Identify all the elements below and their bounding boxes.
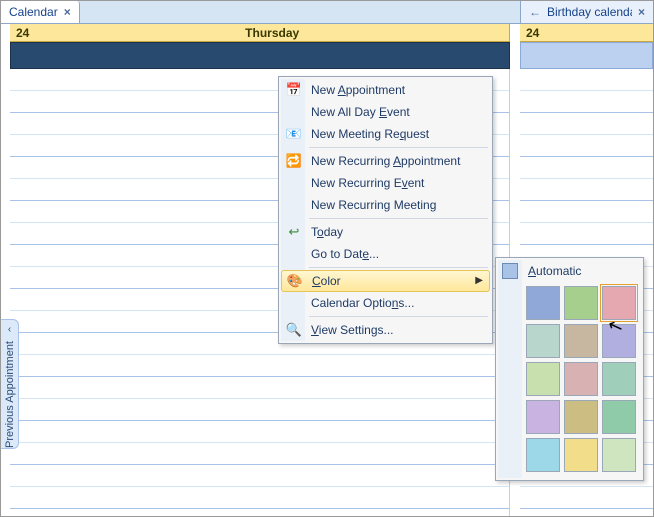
menu-label: View Settings... (311, 323, 394, 337)
context-menu: 📅 New Appointment New All Day Event 📧 Ne… (278, 76, 493, 344)
menu-goto-date[interactable]: Go to Date... (281, 243, 490, 265)
menu-color[interactable]: 🎨 Color ▶ (281, 270, 490, 292)
color-swatch-grid (498, 282, 641, 478)
meeting-icon: 📧 (285, 125, 303, 143)
time-slot[interactable] (520, 157, 653, 179)
color-automatic[interactable]: Automatic (498, 260, 641, 282)
time-slot[interactable] (10, 355, 509, 377)
menu-new-recurring-meeting[interactable]: New Recurring Meeting (281, 194, 490, 216)
menu-new-appointment[interactable]: 📅 New Appointment (281, 79, 490, 101)
today-icon: ↩ (285, 223, 303, 241)
color-submenu: Automatic (495, 257, 644, 481)
chevron-left-icon: ‹ (8, 324, 11, 335)
time-slot[interactable] (520, 135, 653, 157)
close-icon[interactable]: × (638, 5, 645, 19)
time-slot[interactable] (10, 487, 509, 509)
menu-new-meeting-request[interactable]: 📧 New Meeting Request (281, 123, 490, 145)
day-number: 24 (10, 26, 35, 40)
menu-today[interactable]: ↩ Today (281, 221, 490, 243)
tab-birthday-calendar[interactable]: ← Birthday calendar × (520, 1, 653, 23)
previous-appointment-tab[interactable]: ‹ Previous Appointment (1, 319, 19, 449)
day-header: 24 Thursday 24 (1, 24, 653, 42)
time-slot[interactable] (520, 179, 653, 201)
time-slot[interactable] (520, 487, 653, 509)
submenu-arrow-icon: ▶ (475, 275, 483, 286)
close-icon[interactable]: × (64, 5, 71, 19)
color-swatch[interactable] (602, 324, 636, 358)
color-swatch[interactable] (526, 400, 560, 434)
color-swatch[interactable] (602, 362, 636, 396)
time-slot[interactable] (10, 421, 509, 443)
color-swatch[interactable] (526, 286, 560, 320)
menu-label: New Appointment (311, 83, 405, 97)
color-swatch[interactable] (602, 400, 636, 434)
color-swatch[interactable] (564, 362, 598, 396)
color-swatch[interactable] (602, 286, 636, 320)
allday-event[interactable] (10, 42, 510, 69)
menu-label: New Recurring Event (311, 176, 424, 190)
time-slot[interactable] (520, 201, 653, 223)
menu-label: Today (311, 225, 343, 239)
color-swatch[interactable] (526, 324, 560, 358)
time-slot[interactable] (10, 443, 509, 465)
calendar-icon: 📅 (285, 81, 303, 99)
allday-side[interactable] (520, 42, 653, 69)
tab-label: Calendar (9, 5, 58, 19)
menu-label: Go to Date... (311, 247, 379, 261)
menu-new-recurring-appointment[interactable]: 🔁 New Recurring Appointment (281, 150, 490, 172)
color-swatch[interactable] (526, 438, 560, 472)
tab-calendar[interactable]: Calendar × (1, 1, 80, 23)
time-slot[interactable] (10, 399, 509, 421)
day-header-main[interactable]: 24 Thursday (10, 24, 510, 42)
time-slot[interactable] (10, 377, 509, 399)
menu-calendar-options[interactable]: Calendar Options... (281, 292, 490, 314)
color-swatch[interactable] (564, 286, 598, 320)
color-wheel-icon: 🎨 (286, 272, 304, 290)
menu-label: New Recurring Meeting (311, 198, 436, 212)
color-swatch[interactable] (564, 438, 598, 472)
recurring-icon: 🔁 (285, 152, 303, 170)
menu-view-settings[interactable]: 🔍 View Settings... (281, 319, 490, 341)
menu-new-allday-event[interactable]: New All Day Event (281, 101, 490, 123)
view-settings-icon: 🔍 (285, 321, 303, 339)
time-slot[interactable] (520, 91, 653, 113)
menu-label: New Meeting Request (311, 127, 429, 141)
menu-new-recurring-event[interactable]: New Recurring Event (281, 172, 490, 194)
previous-appointment-label: Previous Appointment (4, 341, 16, 448)
time-slot[interactable] (10, 465, 509, 487)
menu-label: Calendar Options... (311, 296, 414, 310)
tab-bar: Calendar × ← Birthday calendar × (1, 1, 653, 24)
color-swatch[interactable] (564, 324, 598, 358)
menu-label: New Recurring Appointment (311, 154, 460, 168)
day-name: Thursday (35, 26, 509, 40)
menu-label: Color (312, 274, 341, 288)
automatic-swatch-icon (502, 263, 518, 279)
time-slot[interactable] (520, 223, 653, 245)
arrow-left-icon: ← (529, 5, 541, 19)
time-slot[interactable] (520, 69, 653, 91)
day-number: 24 (520, 26, 545, 40)
allday-row (1, 42, 653, 69)
color-swatch[interactable] (526, 362, 560, 396)
color-swatch[interactable] (564, 400, 598, 434)
color-swatch[interactable] (602, 438, 636, 472)
day-header-side[interactable]: 24 (520, 24, 653, 42)
automatic-label: Automatic (528, 264, 581, 278)
tab-label: Birthday calendar (547, 5, 632, 19)
time-slot[interactable] (520, 113, 653, 135)
menu-label: New All Day Event (311, 105, 410, 119)
